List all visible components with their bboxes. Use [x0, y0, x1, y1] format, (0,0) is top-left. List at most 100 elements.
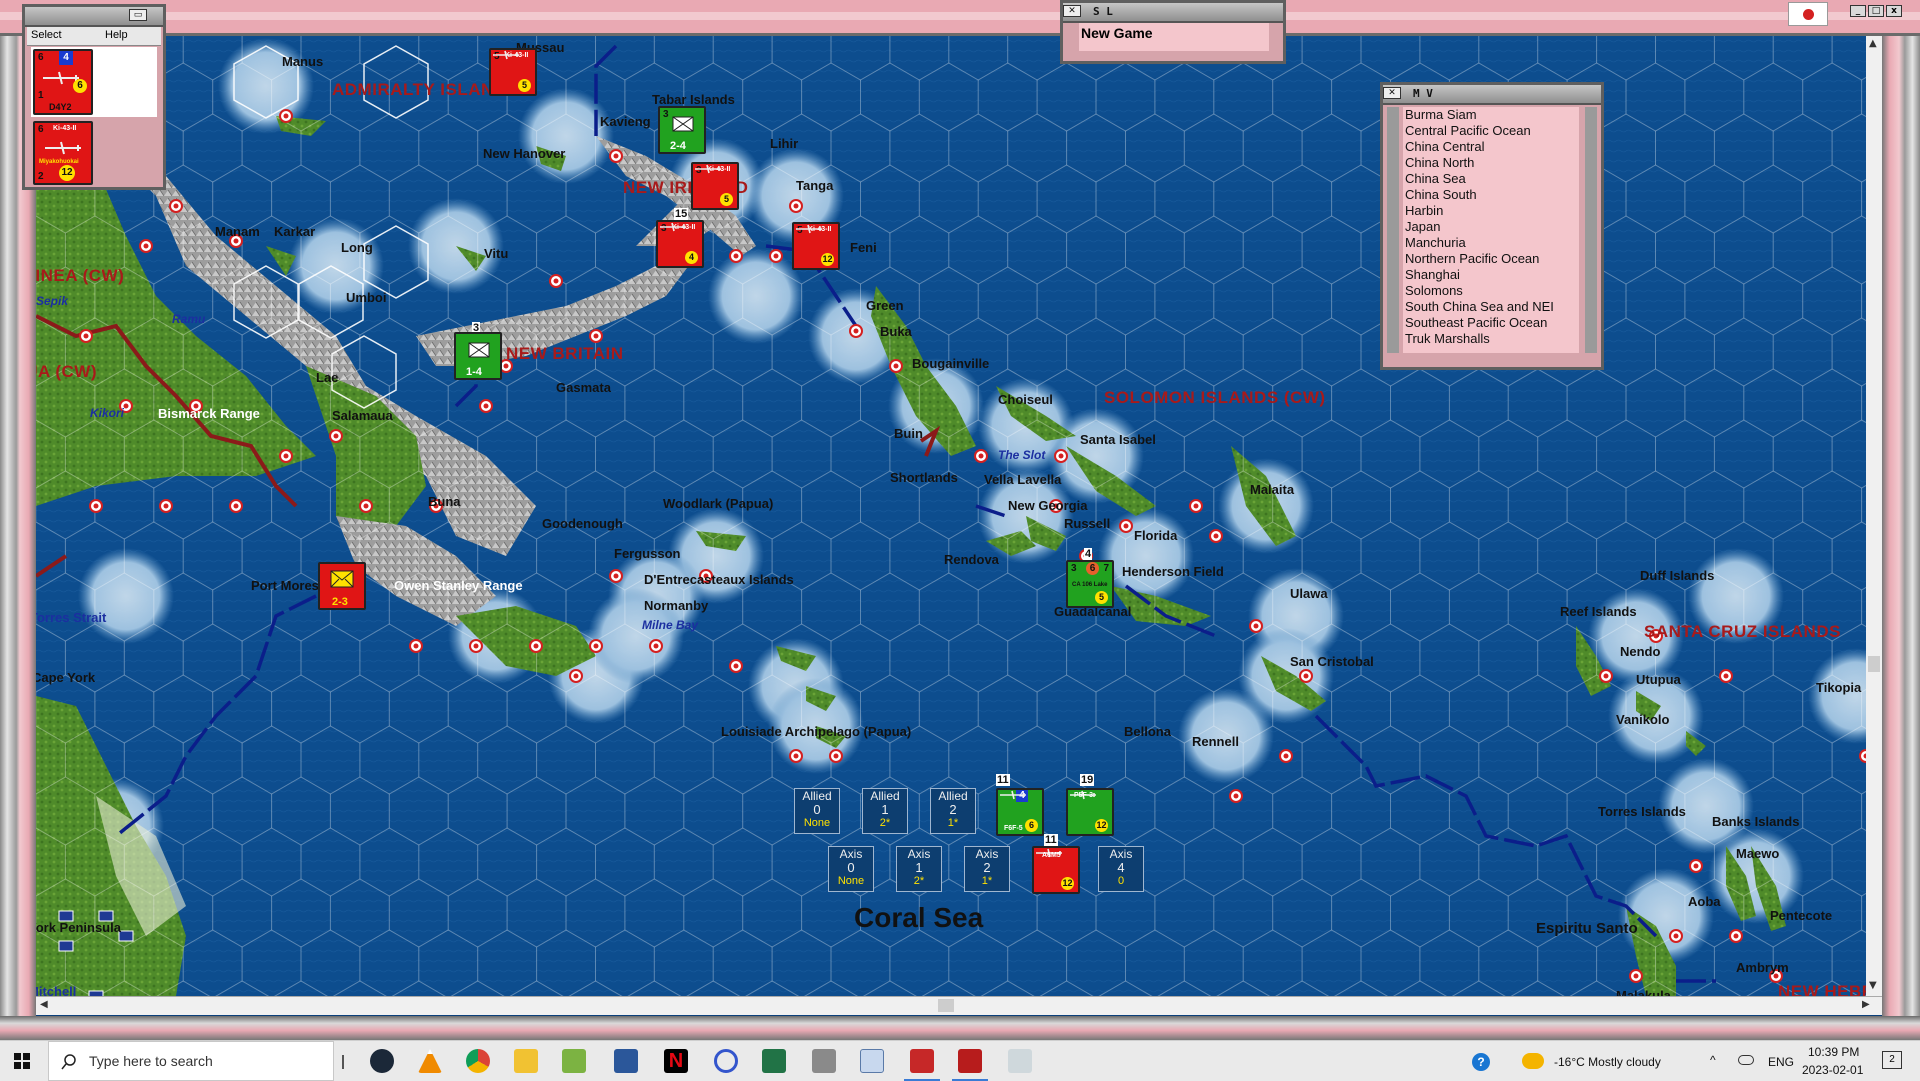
axis-air-unit-rabaul[interactable]: 3 Ki-43-II 4	[656, 220, 704, 268]
axis-stat-2[interactable]: Axis 2 1*	[964, 846, 1010, 892]
media-player-icon[interactable]	[714, 1049, 738, 1073]
allied-ship-unit-guadalcanal[interactable]: 3 6 7 CA 106 Lake 5	[1066, 560, 1114, 608]
file-explorer-icon[interactable]	[514, 1049, 538, 1073]
paint-icon[interactable]	[1008, 1049, 1032, 1073]
clock-date[interactable]: 2023-02-01	[1802, 1063, 1863, 1077]
scroll-right-icon[interactable]: ▶	[1862, 999, 1870, 1010]
map-view-item[interactable]: Harbin	[1403, 203, 1579, 219]
japanese-base-icon[interactable]	[1719, 669, 1733, 683]
excel-icon[interactable]	[762, 1049, 786, 1073]
task-view-icon[interactable]	[342, 1055, 344, 1069]
allied-base-icon[interactable]	[118, 930, 134, 942]
window-app-icon[interactable]	[860, 1049, 884, 1073]
weather-text[interactable]: -16°C Mostly cloudy	[1554, 1055, 1661, 1069]
game-app-icon-1[interactable]	[910, 1049, 934, 1073]
scroll-up-icon[interactable]: ▲	[1869, 38, 1877, 49]
steam-icon[interactable]	[370, 1049, 394, 1073]
japanese-base-icon[interactable]	[1279, 749, 1293, 763]
japanese-base-icon[interactable]	[609, 569, 623, 583]
axis-air-unit-mussau[interactable]: 5 Ki-43-II 5	[489, 48, 537, 96]
japanese-base-icon[interactable]	[549, 274, 563, 288]
map-view-item[interactable]: Truk Marshalls	[1403, 331, 1579, 347]
map-view-item[interactable]: Manchuria	[1403, 235, 1579, 251]
japanese-base-icon[interactable]	[829, 749, 843, 763]
japanese-base-icon[interactable]	[479, 399, 493, 413]
notepad-icon[interactable]	[562, 1049, 586, 1073]
chrome-icon[interactable]	[466, 1049, 490, 1073]
minimize-button[interactable]: _	[1850, 5, 1866, 17]
japanese-base-icon[interactable]	[589, 639, 603, 653]
japanese-base-icon[interactable]	[974, 449, 988, 463]
japanese-base-icon[interactable]	[729, 249, 743, 263]
clock-time[interactable]: 10:39 PM	[1808, 1045, 1859, 1059]
calculator-icon[interactable]	[812, 1049, 836, 1073]
help-icon[interactable]: ?	[1472, 1053, 1490, 1071]
weather-icon[interactable]	[1522, 1053, 1544, 1069]
japanese-base-icon[interactable]	[1629, 969, 1643, 983]
japanese-base-icon[interactable]	[1689, 859, 1703, 873]
japanese-base-icon[interactable]	[649, 639, 663, 653]
vlc-icon[interactable]	[418, 1049, 442, 1073]
allied-stat-2[interactable]: Allied 2 1*	[930, 788, 976, 834]
japanese-base-icon[interactable]	[169, 199, 183, 213]
horizontal-scroll-thumb[interactable]	[938, 999, 954, 1012]
cloud-icon[interactable]	[1738, 1055, 1754, 1065]
japanese-base-icon[interactable]	[1189, 499, 1203, 513]
map-view-item[interactable]: Central Pacific Ocean	[1403, 123, 1579, 139]
notifications-icon[interactable]: 2	[1882, 1051, 1902, 1069]
panel-collapse-button[interactable]: ▭	[129, 9, 147, 21]
sl-content[interactable]: New Game	[1079, 23, 1269, 51]
japanese-base-icon[interactable]	[1669, 929, 1683, 943]
japanese-base-icon[interactable]	[89, 499, 103, 513]
selected-axis-bomber[interactable]: 6 4 6 1 D4Y2	[33, 49, 93, 115]
japanese-base-icon[interactable]	[409, 639, 423, 653]
axis-air-unit-newireland[interactable]: 3 Ki-43-II 5	[691, 162, 739, 210]
map-view-item[interactable]: Burma Siam	[1403, 107, 1579, 123]
map-view-item[interactable]: Northern Pacific Ocean	[1403, 251, 1579, 267]
allied-air-unit-selected-1[interactable]: 4 F6F-5 6	[996, 788, 1044, 836]
japanese-base-icon[interactable]	[789, 199, 803, 213]
selected-unit-slot[interactable]: 6 4 6 1 D4Y2	[31, 47, 157, 117]
allied-base-icon[interactable]	[58, 940, 74, 952]
map-horizontal-scrollbar[interactable]: ◀ ▶	[36, 996, 1882, 1015]
japanese-base-icon[interactable]	[1209, 529, 1223, 543]
japanese-base-icon[interactable]	[279, 109, 293, 123]
select-menu[interactable]: Select	[31, 29, 62, 41]
japanese-base-icon[interactable]	[139, 239, 153, 253]
allied-stat-0[interactable]: Allied 0 None	[794, 788, 840, 834]
language-indicator[interactable]: ENG	[1768, 1055, 1794, 1069]
netflix-icon[interactable]: N	[664, 1049, 688, 1073]
japanese-base-icon[interactable]	[589, 329, 603, 343]
axis-stat-4[interactable]: Axis 4 0	[1098, 846, 1144, 892]
game-app-icon-2[interactable]	[958, 1049, 982, 1073]
map-canvas[interactable]	[36, 36, 1882, 996]
axis-air-unit-selected[interactable]: A6M5 12	[1032, 846, 1080, 894]
scroll-left-icon[interactable]: ◀	[40, 999, 48, 1010]
japanese-base-icon[interactable]	[789, 749, 803, 763]
map-view-item[interactable]: Solomons	[1403, 283, 1579, 299]
allied-stat-1[interactable]: Allied 1 2*	[862, 788, 908, 834]
map-view-item[interactable]: China Sea	[1403, 171, 1579, 187]
allied-base-unit-kavieng[interactable]: 3 2-4	[658, 106, 706, 154]
japanese-base-icon[interactable]	[889, 359, 903, 373]
japanese-base-icon[interactable]	[729, 659, 743, 673]
allied-air-unit-selected-2[interactable]: P5F-3 12	[1066, 788, 1114, 836]
map-view-item[interactable]: South China Sea and NEI	[1403, 299, 1579, 315]
scroll-down-icon[interactable]: ▼	[1869, 980, 1877, 991]
japanese-base-icon[interactable]	[329, 429, 343, 443]
japanese-base-icon[interactable]	[229, 499, 243, 513]
japanese-base-icon[interactable]	[1729, 929, 1743, 943]
japanese-base-icon[interactable]	[769, 249, 783, 263]
allied-base-unit-newbritain[interactable]: 1-4	[454, 332, 502, 380]
axis-stat-1[interactable]: Axis 1 2*	[896, 846, 942, 892]
close-button[interactable]: x	[1886, 5, 1902, 17]
axis-stat-0[interactable]: Axis 0 None	[828, 846, 874, 892]
chevron-up-icon[interactable]: ^	[1710, 1053, 1716, 1067]
map-view-item[interactable]: Japan	[1403, 219, 1579, 235]
japanese-base-icon[interactable]	[1249, 619, 1263, 633]
maximize-button[interactable]: □	[1868, 5, 1884, 17]
help-menu[interactable]: Help	[105, 29, 128, 41]
game-map[interactable]: Manus Mussau Tabar Islands Kavieng Lihir…	[36, 36, 1882, 996]
japanese-base-icon[interactable]	[1229, 789, 1243, 803]
map-view-item[interactable]: Shanghai	[1403, 267, 1579, 283]
